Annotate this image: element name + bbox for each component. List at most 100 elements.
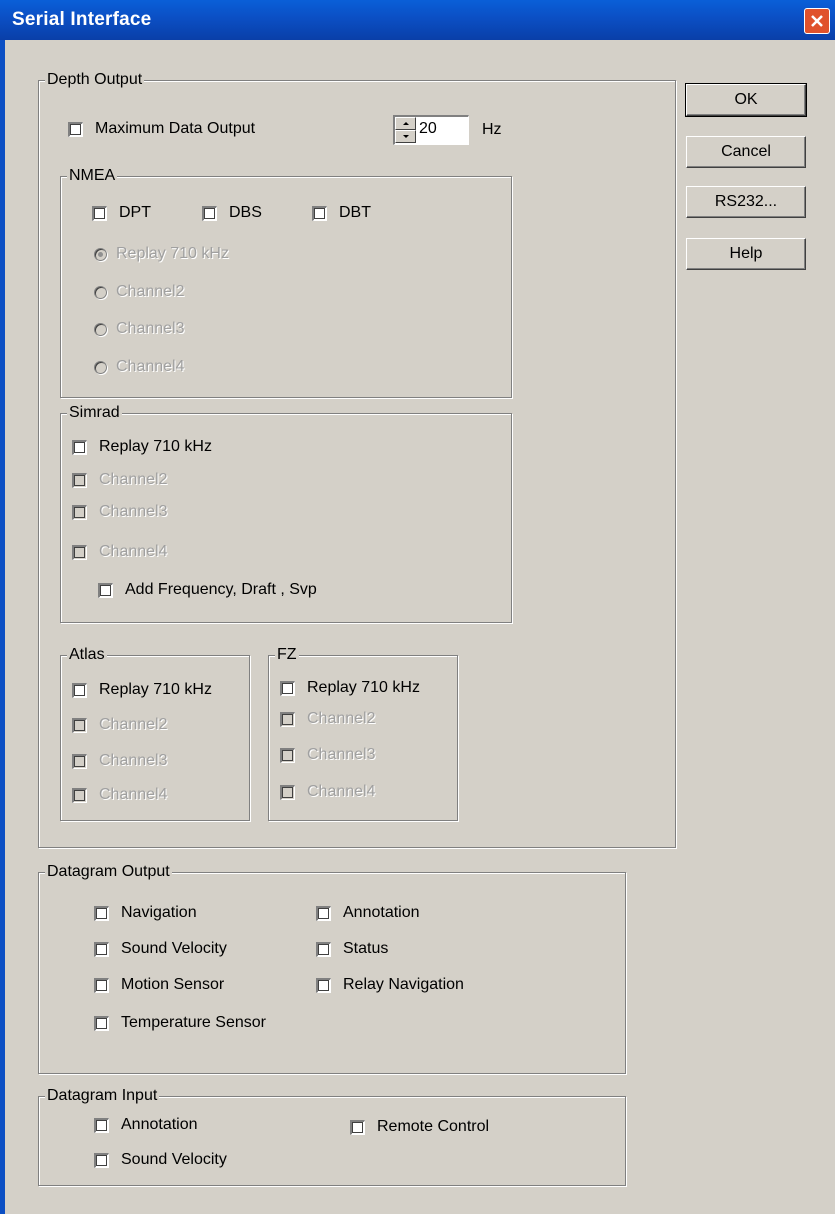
atlas-legend: Atlas [67,646,107,664]
checkbox-box[interactable] [312,205,327,221]
atlas-replay-checkbox[interactable]: Replay 710 kHz [72,679,212,701]
checkbox-box[interactable] [72,439,87,455]
checkbox-label: Channel3 [99,503,168,520]
checkbox-box[interactable] [94,977,109,993]
output-status-checkbox[interactable]: Status [316,938,388,960]
close-button[interactable] [804,8,830,34]
radio-icon[interactable] [94,322,107,336]
fz-channel3-checkbox[interactable]: Channel3 [280,744,376,766]
checkbox-box[interactable] [280,680,295,696]
spin-up-arrow-icon[interactable] [395,117,416,130]
checkbox-box[interactable] [72,504,87,520]
output-temperature-sensor-checkbox[interactable]: Temperature Sensor [94,1012,266,1034]
checkbox-label: Channel4 [99,543,168,560]
checkbox-box[interactable] [94,905,109,921]
atlas-channel3-checkbox[interactable]: Channel3 [72,750,168,772]
radio-selected-icon[interactable] [94,247,107,261]
checkbox-box[interactable] [94,1152,109,1168]
checkbox-box[interactable] [316,905,331,921]
max-data-output-checkbox[interactable]: Maximum Data Output [68,118,255,140]
rs232-button[interactable]: RS232... [686,186,806,218]
checkbox-box[interactable] [280,711,295,727]
help-button[interactable]: Help [686,238,806,270]
window-left-border [0,40,5,1214]
checkbox-box[interactable] [280,747,295,763]
checkbox-label: Channel3 [99,752,168,769]
fz-channel2-checkbox[interactable]: Channel2 [280,708,376,730]
checkbox-box[interactable] [72,544,87,560]
nmea-radio-channel4[interactable]: Channel4 [94,356,185,378]
output-motion-sensor-checkbox[interactable]: Motion Sensor [94,974,224,996]
checkbox-box[interactable] [94,1117,109,1133]
output-sound-velocity-checkbox[interactable]: Sound Velocity [94,938,227,960]
checkbox-label: Temperature Sensor [121,1014,266,1031]
checkbox-label: Status [343,940,389,957]
atlas-channel2-checkbox[interactable]: Channel2 [72,714,168,736]
checkbox-label: Replay 710 kHz [99,438,212,455]
checkbox-box[interactable] [316,977,331,993]
checkbox-box[interactable] [94,1015,109,1031]
checkbox-box[interactable] [72,787,87,803]
radio-icon[interactable] [94,285,107,299]
fz-replay-checkbox[interactable]: Replay 710 kHz [280,677,420,699]
nmea-radio-channel3[interactable]: Channel3 [94,318,185,340]
spin-down-arrow-icon[interactable] [395,130,416,143]
checkbox-box[interactable] [98,582,113,598]
help-label: Help [729,245,763,262]
checkbox-box[interactable] [72,753,87,769]
simrad-replay-checkbox[interactable]: Replay 710 kHz [72,436,212,458]
radio-label: Channel3 [116,320,185,337]
nmea-dpt-checkbox[interactable]: DPT [92,202,151,224]
checkbox-box[interactable] [72,472,87,488]
checkbox-box[interactable] [94,941,109,957]
checkbox-label: Channel2 [99,471,168,488]
rate-spinner[interactable]: 20 [393,115,469,145]
radio-label: Replay 710 kHz [116,245,229,262]
ok-button[interactable]: OK [685,83,807,117]
input-sound-velocity-checkbox[interactable]: Sound Velocity [94,1149,227,1171]
checkbox-label: Motion Sensor [121,976,225,993]
checkbox-box[interactable] [72,717,87,733]
input-remote-control-checkbox[interactable]: Remote Control [350,1116,489,1138]
checkbox-box[interactable] [72,682,87,698]
rate-unit: Hz [482,121,502,138]
checkbox-label: DBS [229,204,262,221]
checkbox-box[interactable] [68,121,83,137]
checkbox-box[interactable] [350,1119,365,1135]
rs232-label: RS232... [714,193,778,210]
add-frequency-checkbox[interactable]: Add Frequency, Draft , Svp [98,579,317,601]
nmea-radio-channel2[interactable]: Channel2 [94,281,185,303]
rate-value[interactable]: 20 [419,120,437,138]
checkbox-box[interactable] [202,205,217,221]
nmea-legend: NMEA [67,167,118,185]
nmea-radio-replay[interactable]: Replay 710 kHz [94,243,229,265]
nmea-dbt-checkbox[interactable]: DBT [312,202,371,224]
checkbox-label: Channel2 [307,710,376,727]
checkbox-box[interactable] [92,205,107,221]
output-annotation-checkbox[interactable]: Annotation [316,902,420,924]
simrad-legend: Simrad [67,404,122,422]
cancel-button[interactable]: Cancel [686,136,806,168]
checkbox-label: Channel4 [99,786,168,803]
close-icon [811,15,823,27]
atlas-channel4-checkbox[interactable]: Channel4 [72,784,168,806]
nmea-dbs-checkbox[interactable]: DBS [202,202,262,224]
datagram-output-legend: Datagram Output [45,863,172,881]
checkbox-label: Channel2 [99,716,168,733]
checkbox-box[interactable] [316,941,331,957]
ok-label: OK [734,91,758,108]
checkbox-label: Channel3 [307,746,376,763]
output-navigation-checkbox[interactable]: Navigation [94,902,197,924]
checkbox-label: Sound Velocity [121,1151,227,1168]
simrad-channel2-checkbox[interactable]: Channel2 [72,469,168,491]
checkbox-box[interactable] [280,784,295,800]
output-relay-navigation-checkbox[interactable]: Relay Navigation [316,974,464,996]
checkbox-label: Replay 710 kHz [307,679,420,696]
simrad-channel3-checkbox[interactable]: Channel3 [72,501,168,523]
input-annotation-checkbox[interactable]: Annotation [94,1114,198,1136]
radio-icon[interactable] [94,360,107,374]
fz-channel4-checkbox[interactable]: Channel4 [280,781,376,803]
simrad-channel4-checkbox[interactable]: Channel4 [72,541,168,563]
checkbox-label: Channel4 [307,783,376,800]
radio-label: Channel4 [116,358,185,375]
